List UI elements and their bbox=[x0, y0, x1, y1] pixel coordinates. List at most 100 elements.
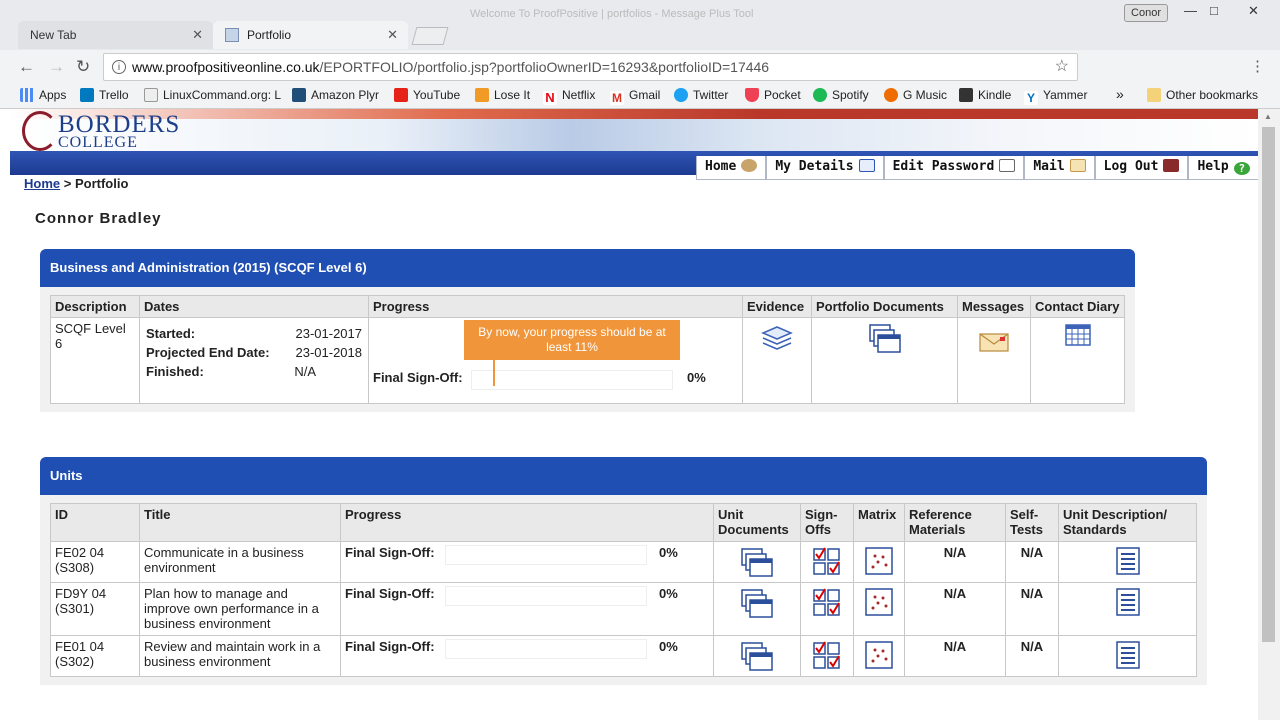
sign-off-checklist-icon[interactable] bbox=[812, 547, 842, 577]
nav-home[interactable]: Home bbox=[696, 156, 767, 180]
documents-icon[interactable] bbox=[740, 641, 774, 673]
bookmark-trello[interactable]: Trello bbox=[80, 88, 129, 102]
portfolio-documents-cell[interactable] bbox=[811, 317, 958, 404]
matrix-chart-icon[interactable] bbox=[865, 547, 893, 575]
bookmark-youtube[interactable]: YouTube bbox=[394, 88, 460, 102]
unit-documents-cell[interactable] bbox=[713, 635, 801, 677]
bookmark-kindle[interactable]: Kindle bbox=[959, 88, 1011, 102]
home-icon bbox=[741, 159, 758, 172]
reference-materials-value: N/A bbox=[904, 541, 1006, 583]
menu-icon[interactable]: ⋮ bbox=[1250, 57, 1265, 75]
tab-new-tab[interactable]: New Tab ✕ bbox=[18, 21, 213, 49]
bookmark-label: Netflix bbox=[562, 88, 596, 102]
document-lines-icon[interactable] bbox=[1115, 588, 1140, 616]
envelope-icon[interactable] bbox=[979, 331, 1009, 353]
unit-description-cell[interactable] bbox=[1058, 635, 1197, 677]
nav-edit-password[interactable]: Edit Password bbox=[883, 156, 1025, 180]
calendar-icon[interactable] bbox=[1064, 323, 1091, 347]
lose-it-icon bbox=[475, 88, 489, 102]
documents-icon[interactable] bbox=[740, 588, 774, 620]
bookmark-pocket[interactable]: Pocket bbox=[745, 88, 801, 102]
new-tab-button[interactable] bbox=[411, 27, 449, 45]
matrix-cell[interactable] bbox=[853, 541, 905, 583]
window-title: Welcome To ProofPositive | portfolios - … bbox=[470, 8, 754, 20]
unit-documents-cell[interactable] bbox=[713, 582, 801, 636]
reference-materials-value: N/A bbox=[904, 635, 1006, 677]
matrix-cell[interactable] bbox=[853, 635, 905, 677]
address-bar[interactable]: i www.proofpositiveonline.co.uk/EPORTFOL… bbox=[103, 53, 1078, 81]
minimize-icon[interactable]: — bbox=[1184, 3, 1197, 18]
bookmark-lose-it[interactable]: Lose It bbox=[475, 88, 530, 102]
scrollbar-thumb[interactable] bbox=[1262, 127, 1275, 642]
layers-icon[interactable] bbox=[761, 323, 793, 351]
unit-documents-cell[interactable] bbox=[713, 541, 801, 583]
sign-offs-cell[interactable] bbox=[800, 541, 854, 583]
bookmark-amazon-plyr[interactable]: Amazon Plyr bbox=[292, 88, 379, 102]
bookmark-yammer[interactable]: Y Yammer bbox=[1024, 88, 1087, 105]
sign-offs-cell[interactable] bbox=[800, 582, 854, 636]
maximize-icon[interactable]: □ bbox=[1210, 3, 1218, 18]
portfolio-body: Description Dates Progress Evidence Port… bbox=[40, 287, 1135, 412]
portfolio-title: Business and Administration (2015) (SCQF… bbox=[40, 249, 1135, 287]
matrix-chart-icon[interactable] bbox=[865, 641, 893, 669]
progress-cell: Final Sign-Off: 0% By now, your progress… bbox=[368, 317, 743, 404]
sign-offs-cell[interactable] bbox=[800, 635, 854, 677]
trello-icon bbox=[80, 88, 94, 102]
bookmark-apps[interactable]: Apps bbox=[20, 88, 66, 102]
breadcrumb-home-link[interactable]: Home bbox=[24, 176, 60, 191]
documents-icon[interactable] bbox=[740, 547, 774, 579]
sign-off-checklist-icon[interactable] bbox=[812, 588, 842, 618]
table-row: FE01 04 (S302) Review and maintain work … bbox=[50, 635, 1197, 677]
portfolio-progress-percent: 0% bbox=[687, 370, 706, 385]
edit-icon bbox=[999, 159, 1016, 172]
forward-icon[interactable]: → bbox=[48, 57, 65, 77]
evidence-cell[interactable] bbox=[742, 317, 812, 404]
unit-description-cell[interactable] bbox=[1058, 541, 1197, 583]
contact-diary-cell[interactable] bbox=[1030, 317, 1125, 404]
units-body: ID Title Progress Unit Documents Sign-Of… bbox=[40, 495, 1207, 685]
nav-my-details[interactable]: My Details bbox=[766, 156, 884, 180]
unit-title: Review and maintain work in a business e… bbox=[139, 635, 341, 677]
portfolio-table: Description Dates Progress Evidence Port… bbox=[50, 295, 1125, 404]
info-icon[interactable]: i bbox=[112, 60, 126, 74]
messages-cell[interactable] bbox=[957, 317, 1031, 404]
bookmark-netflix[interactable]: N Netflix bbox=[543, 88, 595, 105]
matrix-chart-icon[interactable] bbox=[865, 588, 893, 616]
unit-progress: Final Sign-Off: 0% bbox=[340, 541, 714, 583]
bookmark-spotify[interactable]: Spotify bbox=[813, 88, 869, 102]
document-lines-icon[interactable] bbox=[1115, 641, 1140, 669]
nav-log-out[interactable]: Log Out bbox=[1094, 156, 1189, 180]
other-bookmarks[interactable]: Other bookmarks bbox=[1147, 88, 1258, 102]
nav-help[interactable]: Help? bbox=[1188, 156, 1258, 180]
matrix-cell[interactable] bbox=[853, 582, 905, 636]
kindle-icon bbox=[959, 88, 973, 102]
unit-title: Plan how to manage and improve own perfo… bbox=[139, 582, 341, 636]
nav-mail[interactable]: Mail bbox=[1024, 156, 1095, 180]
scroll-up-icon[interactable]: ▲ bbox=[1264, 112, 1272, 121]
bookmark-linuxcommand[interactable]: LinuxCommand.org: L bbox=[144, 88, 281, 102]
page-scrollbar[interactable]: ▲ bbox=[1258, 109, 1280, 720]
bookmark-star-icon[interactable]: ☆ bbox=[1055, 54, 1069, 80]
sign-off-checklist-icon[interactable] bbox=[812, 641, 842, 671]
close-window-icon[interactable]: ✕ bbox=[1248, 3, 1259, 19]
tab-label: Portfolio bbox=[247, 28, 292, 42]
bookmarks-overflow-chevron[interactable]: » bbox=[1116, 86, 1124, 102]
document-lines-icon[interactable] bbox=[1115, 547, 1140, 575]
unit-description-cell[interactable] bbox=[1058, 582, 1197, 636]
tab-portfolio[interactable]: Portfolio ✕ bbox=[213, 21, 408, 49]
unit-progress-percent: 0% bbox=[659, 545, 678, 560]
documents-icon[interactable] bbox=[868, 323, 902, 355]
close-tab-icon[interactable]: ✕ bbox=[387, 21, 398, 49]
bookmark-gmail[interactable]: M Gmail bbox=[610, 88, 660, 105]
final-signoff-label: Final Sign-Off: bbox=[345, 586, 435, 601]
breadcrumb-separator: > bbox=[60, 176, 75, 191]
close-tab-icon[interactable]: ✕ bbox=[192, 21, 203, 49]
back-icon[interactable]: ← bbox=[18, 57, 35, 77]
profile-button[interactable]: Conor bbox=[1124, 4, 1168, 22]
bookmark-twitter[interactable]: Twitter bbox=[674, 88, 728, 102]
bookmark-g-music[interactable]: G Music bbox=[884, 88, 947, 102]
tab-label: New Tab bbox=[30, 28, 77, 42]
reload-icon[interactable]: ↻ bbox=[76, 57, 90, 77]
final-signoff-label: Final Sign-Off: bbox=[345, 639, 435, 654]
youtube-icon bbox=[394, 88, 408, 102]
